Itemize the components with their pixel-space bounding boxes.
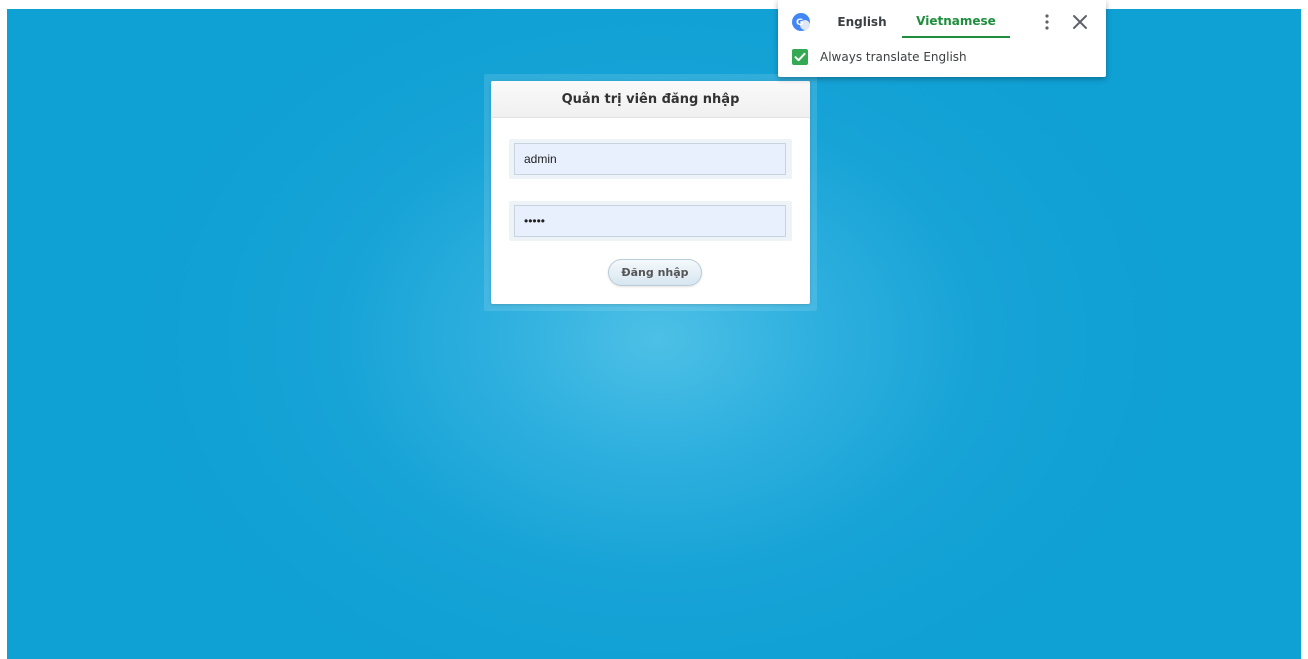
svg-text:G: G (796, 18, 803, 28)
google-translate-icon: G (792, 13, 810, 31)
tab-english[interactable]: English (822, 6, 902, 38)
translate-popup: G English Vietnamese Always translate En… (778, 0, 1106, 77)
always-translate-checkbox[interactable] (792, 49, 808, 65)
login-button[interactable]: Đăng nhập (608, 259, 702, 286)
always-translate-label: Always translate English (820, 50, 967, 64)
login-panel: Quản trị viên đăng nhập Đăng nhập (491, 81, 810, 304)
tab-vietnamese[interactable]: Vietnamese (902, 6, 1010, 38)
more-vert-icon[interactable] (1040, 12, 1054, 32)
close-icon[interactable] (1072, 14, 1088, 30)
username-field-wrapper (509, 139, 792, 179)
login-title: Quản trị viên đăng nhập (561, 91, 740, 107)
page-background: Quản trị viên đăng nhập Đăng nhập (7, 9, 1301, 659)
password-field-wrapper (509, 201, 792, 241)
login-header: Quản trị viên đăng nhập (491, 81, 810, 118)
password-input[interactable] (514, 205, 786, 237)
checkmark-icon (794, 52, 806, 62)
username-input[interactable] (514, 143, 786, 175)
